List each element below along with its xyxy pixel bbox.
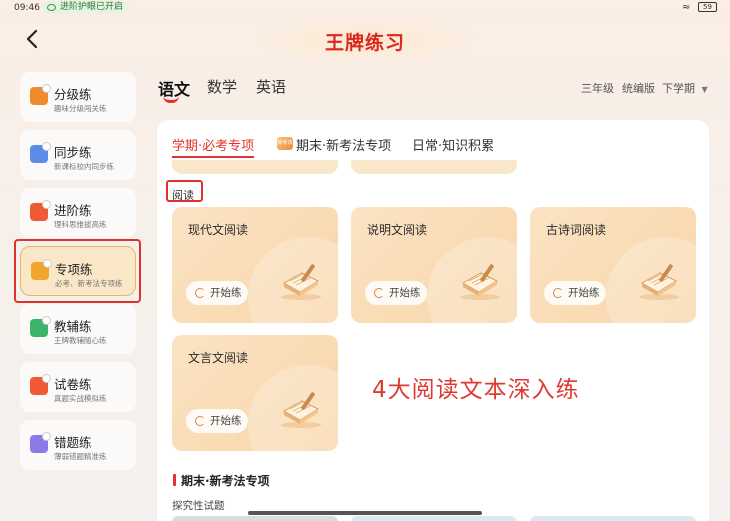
reading-card[interactable]: 说明文阅读开始练 bbox=[351, 207, 517, 323]
sidebar-item-0[interactable]: 分级练趣味分级闯关练 bbox=[20, 72, 136, 122]
reading-card[interactable]: 古诗词阅读开始练 bbox=[530, 207, 696, 323]
eye-icon bbox=[47, 4, 56, 11]
sidebar-item-1[interactable]: 同步练新课标校内同步练 bbox=[20, 130, 136, 180]
start-button[interactable]: 开始练 bbox=[186, 281, 248, 305]
book-icon bbox=[281, 392, 321, 428]
card-title: 现代文阅读 bbox=[188, 223, 249, 237]
practice-icon bbox=[30, 200, 51, 221]
page-title: 王牌练习 bbox=[324, 32, 405, 54]
progress-ring-icon bbox=[553, 288, 563, 298]
term-filter[interactable]: 下学期 ▼ bbox=[662, 80, 708, 96]
practice-icon bbox=[30, 316, 51, 337]
sidebar-item-sub: 真题实战模拟练 bbox=[54, 394, 107, 403]
eye-care-pill: 进阶护眼已开启 bbox=[42, 1, 130, 14]
sidebar-item-6[interactable]: 错题练薄弱错题精准练 bbox=[20, 420, 136, 470]
tab-english[interactable]: 英语 bbox=[256, 76, 286, 97]
sidebar-item-label: 试卷练 bbox=[54, 377, 92, 392]
practice-icon bbox=[31, 259, 52, 280]
wifi-icon: ≈ bbox=[682, 2, 691, 13]
start-button[interactable]: 开始练 bbox=[365, 281, 427, 305]
sidebar-item-sub: 理科思维拔高练 bbox=[54, 220, 107, 229]
tab-term-required[interactable]: 学期·必考专项 bbox=[172, 135, 254, 154]
start-button-label: 开始练 bbox=[210, 287, 242, 299]
sidebar-item-label: 专项练 bbox=[55, 262, 93, 277]
panel-tab-indicator bbox=[172, 156, 254, 158]
next-card-edge bbox=[351, 516, 517, 521]
home-indicator[interactable] bbox=[248, 511, 482, 515]
sidebar-item-label: 进阶练 bbox=[54, 203, 92, 218]
practice-icon bbox=[30, 84, 51, 105]
section-final-heading: 期末·新考法专项 bbox=[173, 472, 270, 489]
start-button[interactable]: 开始练 bbox=[186, 409, 248, 433]
prev-card-edge bbox=[351, 160, 517, 174]
card-title: 说明文阅读 bbox=[367, 223, 428, 237]
book-icon bbox=[281, 264, 321, 300]
sidebar-item-4[interactable]: 教辅练王牌教辅随心练 bbox=[20, 304, 136, 354]
battery-icon: 59 bbox=[698, 2, 717, 12]
tab-daily-knowledge[interactable]: 日常·知识积累 bbox=[412, 135, 494, 154]
card-title: 古诗词阅读 bbox=[546, 223, 607, 237]
term-filter-label: 下学期 bbox=[662, 82, 695, 95]
sidebar: 分级练趣味分级闯关练同步练新课标校内同步练进阶练理科思维拔高练专项练必考、新考法… bbox=[20, 72, 136, 478]
sidebar-item-label: 分级练 bbox=[54, 87, 92, 102]
section-explore-label: 探究性试题 bbox=[172, 500, 225, 512]
edition-filter[interactable]: 统编版 bbox=[622, 80, 655, 96]
sidebar-item-2[interactable]: 进阶练理科思维拔高练 bbox=[20, 188, 136, 238]
sidebar-item-label: 教辅练 bbox=[54, 319, 92, 334]
eye-care-label: 进阶护眼已开启 bbox=[60, 2, 124, 12]
caret-down-icon: ▼ bbox=[701, 85, 708, 94]
sidebar-item-3[interactable]: 专项练必考、新考法专项练 bbox=[20, 246, 136, 296]
book-icon bbox=[460, 264, 500, 300]
start-button-label: 开始练 bbox=[389, 287, 421, 299]
sidebar-item-sub: 必考、新考法专项练 bbox=[55, 279, 123, 288]
prev-card-edge bbox=[172, 160, 338, 174]
tab-final-new-method[interactable]: 期末·新考法专项 bbox=[296, 135, 391, 154]
progress-ring-icon bbox=[195, 288, 205, 298]
practice-icon bbox=[30, 374, 51, 395]
sidebar-item-sub: 薄弱错题精准练 bbox=[54, 452, 107, 461]
sidebar-item-sub: 王牌教辅随心练 bbox=[54, 336, 107, 345]
next-card-edge bbox=[530, 516, 696, 521]
sidebar-item-sub: 新课标校内同步练 bbox=[54, 162, 114, 171]
progress-ring-icon bbox=[374, 288, 384, 298]
book-icon bbox=[639, 264, 679, 300]
practice-icon bbox=[30, 142, 51, 163]
status-bar: 09:46 进阶护眼已开启 ≈ 59 bbox=[0, 0, 730, 16]
start-button-label: 开始练 bbox=[568, 287, 600, 299]
start-button-label: 开始练 bbox=[210, 415, 242, 427]
tab-math[interactable]: 数学 bbox=[207, 76, 237, 97]
annotation-text: 4大阅读文本深入练 bbox=[372, 377, 580, 403]
sidebar-item-sub: 趣味分级闯关练 bbox=[54, 104, 107, 113]
new-method-badge-icon: 新考法 bbox=[277, 137, 293, 150]
reading-card[interactable]: 文言文阅读开始练 bbox=[172, 335, 338, 451]
clock: 09:46 bbox=[14, 3, 40, 13]
progress-ring-icon bbox=[195, 416, 205, 426]
sidebar-item-label: 错题练 bbox=[54, 435, 92, 450]
tab-indicator bbox=[163, 96, 179, 103]
sidebar-item-label: 同步练 bbox=[54, 145, 92, 160]
reading-card[interactable]: 现代文阅读开始练 bbox=[172, 207, 338, 323]
next-card-edge bbox=[172, 516, 338, 521]
grade-filter[interactable]: 三年级 bbox=[581, 80, 614, 96]
sidebar-item-5[interactable]: 试卷练真题实战模拟练 bbox=[20, 362, 136, 412]
section-reading-label: 阅读 bbox=[172, 189, 194, 202]
start-button[interactable]: 开始练 bbox=[544, 281, 606, 305]
practice-icon bbox=[30, 432, 51, 453]
card-title: 文言文阅读 bbox=[188, 351, 249, 365]
